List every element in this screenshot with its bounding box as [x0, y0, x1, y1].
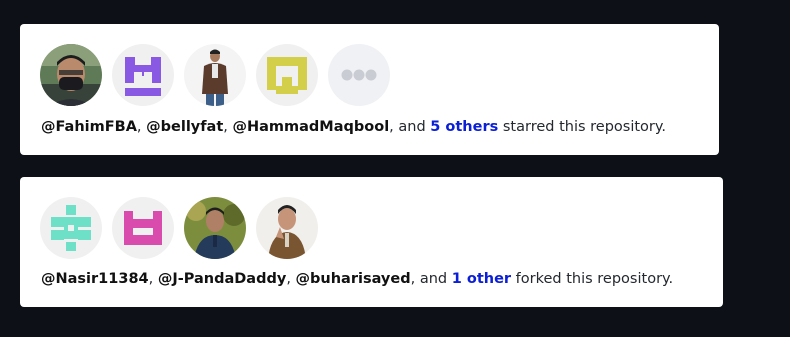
more-stargazers-icon[interactable]: [328, 44, 390, 106]
separator: ,: [136, 119, 147, 135]
forkers-caption: @Nasir11384, @J-PandaDaddy, @buharisayed…: [41, 271, 673, 287]
separator: ,: [223, 119, 233, 135]
stargazers-card: @FahimFBA, @bellyfat, @HammadMaqbool, an…: [20, 24, 719, 155]
user-link-nasir11384[interactable]: @Nasir11384: [41, 271, 149, 287]
user-link-buharisayed[interactable]: @buharisayed: [296, 271, 411, 287]
and-text: , and: [410, 271, 452, 287]
forkers-card: @Nasir11384, @J-PandaDaddy, @buharisayed…: [20, 177, 723, 307]
avatar-fahimfba[interactable]: [40, 44, 102, 106]
and-text: , and: [389, 119, 431, 135]
user-link-hammadmaqbool[interactable]: @HammadMaqbool: [233, 119, 390, 135]
avatar-hammadmaqbool[interactable]: [184, 44, 246, 106]
avatar-j-pandadaddy[interactable]: [112, 197, 174, 259]
others-link[interactable]: 5 others: [430, 119, 498, 135]
starred-suffix: starred this repository.: [498, 119, 666, 135]
forkers-avatar-row: [40, 197, 318, 259]
separator: ,: [286, 271, 296, 287]
avatar-bellyfat[interactable]: [112, 44, 174, 106]
avatar-buharisayed[interactable]: [184, 197, 246, 259]
forked-suffix: forked this repository.: [511, 271, 674, 287]
avatar-yellow-identicon[interactable]: [256, 44, 318, 106]
stargazers-avatar-row: [40, 44, 390, 106]
avatar-nasir11384[interactable]: [40, 197, 102, 259]
user-link-fahimfba[interactable]: @FahimFBA: [41, 119, 137, 135]
user-link-bellyfat[interactable]: @bellyfat: [146, 119, 223, 135]
stargazers-caption: @FahimFBA, @bellyfat, @HammadMaqbool, an…: [41, 119, 666, 135]
others-link[interactable]: 1 other: [452, 271, 511, 287]
user-link-j-pandadaddy[interactable]: @J-PandaDaddy: [158, 271, 286, 287]
avatar-forker-4[interactable]: [256, 197, 318, 259]
separator: ,: [148, 271, 158, 287]
